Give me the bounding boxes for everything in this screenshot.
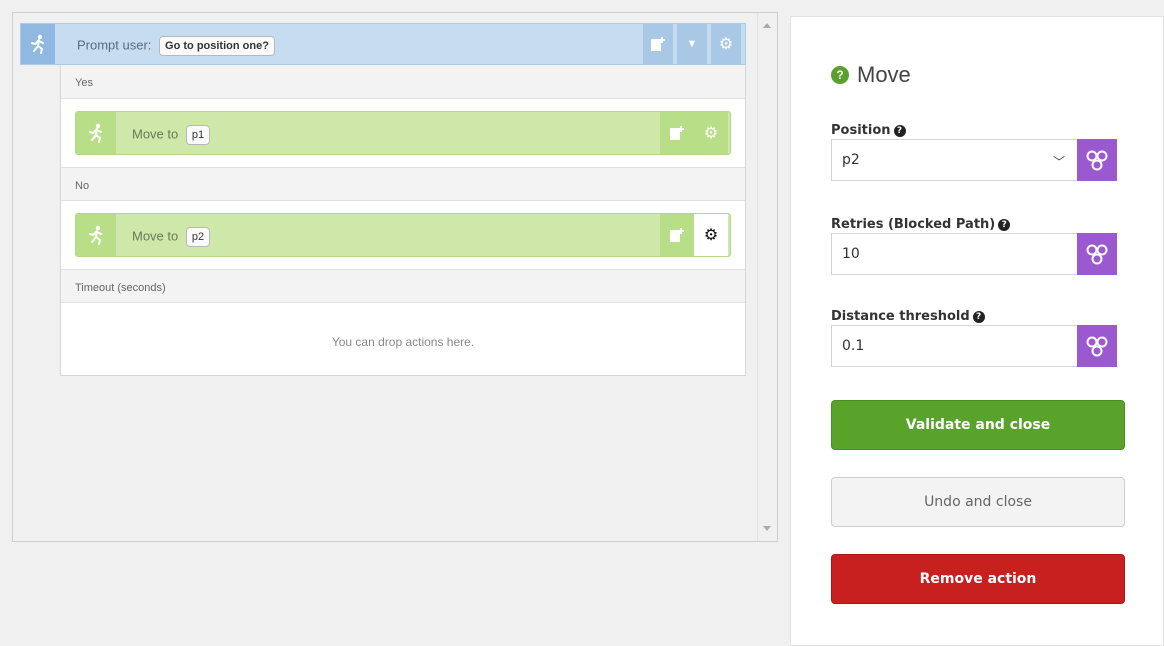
paste-icon[interactable] — [660, 112, 694, 154]
prompt-label: Prompt user: — [77, 37, 152, 53]
help-icon[interactable]: ? — [998, 218, 1011, 231]
distance-label: Distance threshold? — [831, 309, 985, 324]
position-label-text: Position — [831, 123, 891, 138]
prompt-user-body: Yes Move to p1 ⚙ No Move to p2 ⚙ Timeout… — [60, 65, 746, 376]
position-select[interactable]: p2 ﹀ — [831, 139, 1077, 181]
remove-action-button[interactable]: Remove action — [831, 554, 1125, 604]
position-label: Position? — [831, 123, 906, 138]
chevron-down-icon: ﹀ — [1052, 155, 1065, 169]
gear-icon[interactable]: ⚙ — [694, 214, 728, 256]
distance-value: 0.1 — [842, 338, 865, 354]
runner-icon — [21, 24, 55, 64]
help-icon[interactable]: ? — [893, 124, 906, 137]
move-label: Move to — [132, 228, 179, 244]
variable-icon[interactable] — [1077, 139, 1117, 181]
section-timeout: Timeout (seconds) — [61, 269, 745, 303]
move-action-block[interactable]: Move to p1 ⚙ — [75, 111, 731, 155]
scroll-down-icon[interactable] — [763, 526, 771, 531]
action-settings-panel: ? Move Position? p2 ﹀ Retries (Blocked P… — [790, 16, 1164, 646]
position-field: p2 ﹀ — [831, 139, 1117, 181]
help-icon[interactable]: ? — [972, 310, 985, 323]
panel-title: ? Move — [831, 62, 911, 88]
retries-value: 10 — [842, 246, 860, 262]
scroll-up-icon[interactable] — [763, 23, 771, 28]
section-no: No — [61, 167, 745, 201]
prompt-question-chip[interactable]: Go to position one? — [159, 36, 275, 56]
retries-field: 10 — [831, 233, 1117, 275]
mission-editor: Prompt user: Go to position one? ▼ ⚙ Yes… — [12, 12, 778, 542]
yes-slot: Move to p1 ⚙ — [61, 99, 745, 167]
undo-and-close-button[interactable]: Undo and close — [831, 477, 1125, 527]
editor-scrollbar[interactable] — [757, 13, 777, 541]
retries-label: Retries (Blocked Path)? — [831, 217, 1011, 232]
distance-field: 0.1 — [831, 325, 1117, 367]
position-chip[interactable]: p1 — [185, 125, 211, 145]
variable-icon[interactable] — [1077, 233, 1117, 275]
no-slot: Move to p2 ⚙ — [61, 201, 745, 269]
retries-input[interactable]: 10 — [831, 233, 1077, 275]
distance-label-text: Distance threshold — [831, 309, 970, 324]
paste-icon[interactable] — [643, 24, 673, 64]
drop-zone[interactable]: You can drop actions here. — [61, 303, 745, 375]
position-chip[interactable]: p2 — [185, 227, 211, 247]
distance-input[interactable]: 0.1 — [831, 325, 1077, 367]
prompt-user-block[interactable]: Prompt user: Go to position one? ▼ ⚙ Yes… — [20, 23, 746, 376]
paste-icon[interactable] — [660, 214, 694, 256]
move-label: Move to — [132, 126, 179, 142]
move-action-block[interactable]: Move to p2 ⚙ — [75, 213, 731, 257]
section-yes: Yes — [61, 65, 745, 99]
panel-title-text: Move — [857, 62, 911, 87]
gear-icon[interactable]: ⚙ — [711, 24, 741, 64]
runner-icon — [76, 112, 116, 154]
gear-icon[interactable]: ⚙ — [694, 112, 728, 154]
retries-label-text: Retries (Blocked Path) — [831, 217, 996, 232]
validate-and-close-button[interactable]: Validate and close — [831, 400, 1125, 450]
position-value: p2 — [842, 152, 860, 168]
question-icon[interactable]: ? — [831, 66, 849, 84]
runner-icon — [76, 214, 116, 256]
chevron-down-icon[interactable]: ▼ — [677, 24, 707, 64]
variable-icon[interactable] — [1077, 325, 1117, 367]
prompt-user-header[interactable]: Prompt user: Go to position one? ▼ ⚙ — [20, 23, 746, 65]
